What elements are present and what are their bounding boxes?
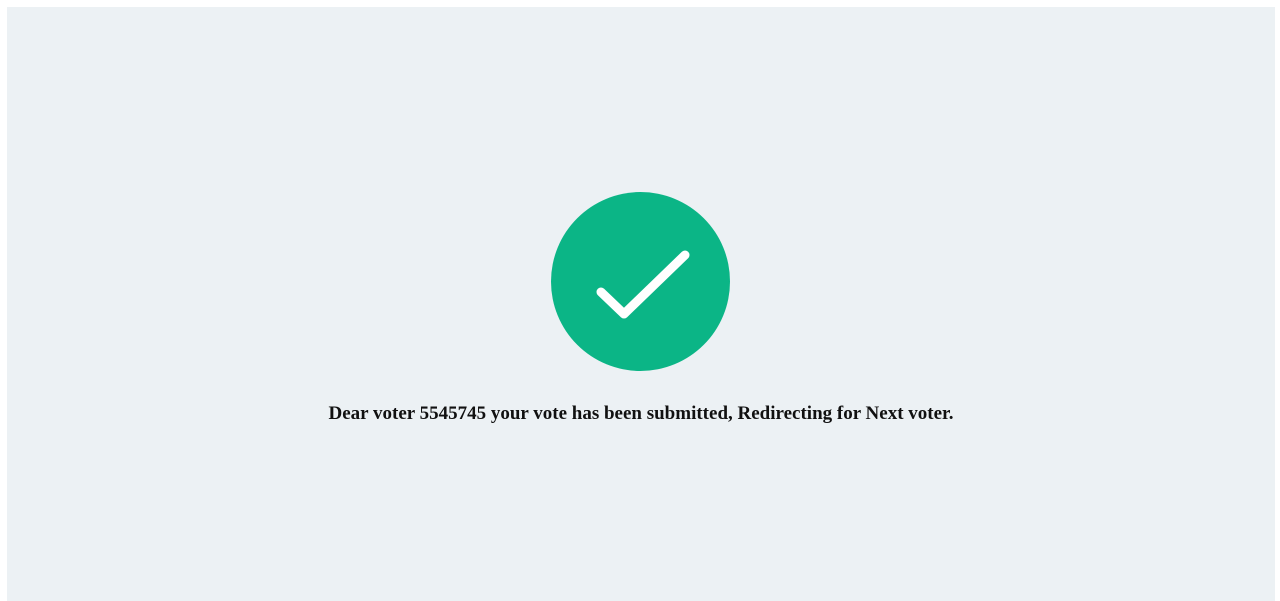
vote-submitted-message: Dear voter 5545745 your vote has been su… [328, 403, 954, 424]
success-badge [551, 192, 730, 371]
checkmark-icon [596, 250, 690, 319]
success-screen: Dear voter 5545745 your vote has been su… [7, 7, 1275, 601]
